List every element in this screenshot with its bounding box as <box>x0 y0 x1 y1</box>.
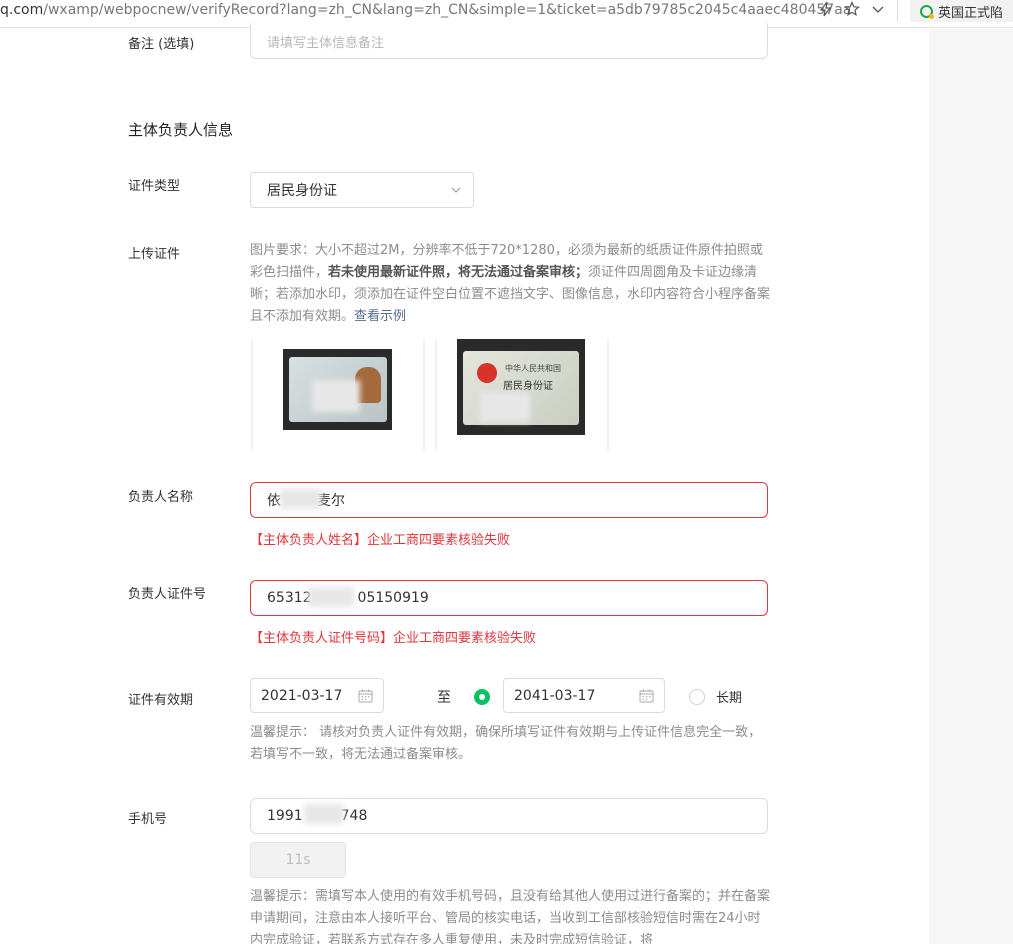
id-type-label: 证件类型 <box>128 179 181 194</box>
redaction-blur <box>280 489 322 509</box>
phone-value-start: 1991 <box>267 808 303 824</box>
remark-placeholder: 请填写主体信息备注 <box>267 35 385 51</box>
validity-tip: 温馨提示： 请核对负责人证件有效期，确保所填写证件有效期与上传证件信息完全一致，… <box>250 725 762 762</box>
bookmark-item[interactable]: 英国正式陷 <box>910 0 1013 22</box>
right-gutter <box>929 29 1013 944</box>
upload-help-warning: 若未使用最新证件照，将无法通过备案审核； <box>328 265 589 280</box>
name-input[interactable]: 依 麦尔 <box>250 482 768 518</box>
name-error: 【主体负责人姓名】企业工商四要素核验失败 <box>250 533 511 548</box>
chevron-down-icon[interactable] <box>870 1 886 17</box>
validity-label: 证件有效期 <box>128 693 194 708</box>
url-host: q.com <box>0 2 44 18</box>
upload-requirements: 图片要求：大小不超过2M，分辨率不低于720*1280，必须为最新的纸质证件原件… <box>250 240 772 328</box>
id-number-error: 【主体负责人证件号码】企业工商四要素核验失败 <box>250 631 537 646</box>
url-path: /wxamp/webpocnew/verifyRecord?lang=zh_CN… <box>43 2 852 18</box>
name-label: 负责人名称 <box>128 490 194 505</box>
redaction-blur <box>304 804 344 824</box>
long-term-label[interactable]: 长期 <box>716 687 742 706</box>
chevron-down-icon <box>451 187 461 193</box>
send-code-button[interactable]: 11s <box>250 842 346 878</box>
long-term-radio[interactable] <box>689 689 705 705</box>
lightning-icon[interactable] <box>818 1 834 17</box>
address-bar-actions <box>818 1 886 17</box>
phone-value-end: 748 <box>340 808 368 824</box>
remark-input[interactable]: 请填写主体信息备注 <box>250 23 768 59</box>
calendar-icon[interactable] <box>358 689 373 703</box>
section-title: 主体负责人信息 <box>128 121 234 139</box>
address-bar[interactable]: q.com/wxamp/webpocnew/verifyRecord?lang=… <box>0 0 851 20</box>
id-number-value-start: 65312 <box>267 590 312 606</box>
remark-label: 备注 (选填) <box>128 37 195 52</box>
bookmark-label: 英国正式陷 <box>938 5 1004 21</box>
id-back-subtitle: 居民身份证 <box>503 381 553 392</box>
countdown-label: 11s <box>285 852 311 868</box>
national-emblem-icon <box>477 363 497 383</box>
view-example-link[interactable]: 查看示例 <box>354 309 406 324</box>
id-number-value-end: 05150919 <box>357 590 429 606</box>
search-engine-icon <box>920 4 934 19</box>
id-type-value: 居民身份证 <box>267 183 337 199</box>
id-number-label: 负责人证件号 <box>128 587 207 602</box>
start-date-input[interactable]: 2021-03-17 <box>250 678 384 713</box>
start-date-value: 2021-03-17 <box>261 687 343 704</box>
redaction-blur <box>312 380 360 412</box>
phone-label: 手机号 <box>128 812 168 827</box>
redaction-blur <box>308 587 354 607</box>
toolbar-divider <box>897 0 898 22</box>
phone-tip: 温馨提示：需填写本人使用的有效手机号码，且没有给其他人使用过进行备案的；并在备案… <box>250 889 771 944</box>
name-value-start: 依 <box>267 493 281 509</box>
date-range-separator: 至 <box>437 690 451 706</box>
end-date-value: 2041-03-17 <box>514 687 596 704</box>
upload-label: 上传证件 <box>128 247 181 262</box>
end-date-radio[interactable] <box>474 689 490 705</box>
calendar-icon[interactable] <box>639 689 654 703</box>
redaction-blur <box>480 392 530 422</box>
end-date-input[interactable]: 2041-03-17 <box>503 678 665 713</box>
star-icon[interactable] <box>844 1 860 17</box>
id-back-title: 中华人民共和国 <box>505 364 561 373</box>
id-type-select[interactable]: 居民身份证 <box>250 172 474 208</box>
